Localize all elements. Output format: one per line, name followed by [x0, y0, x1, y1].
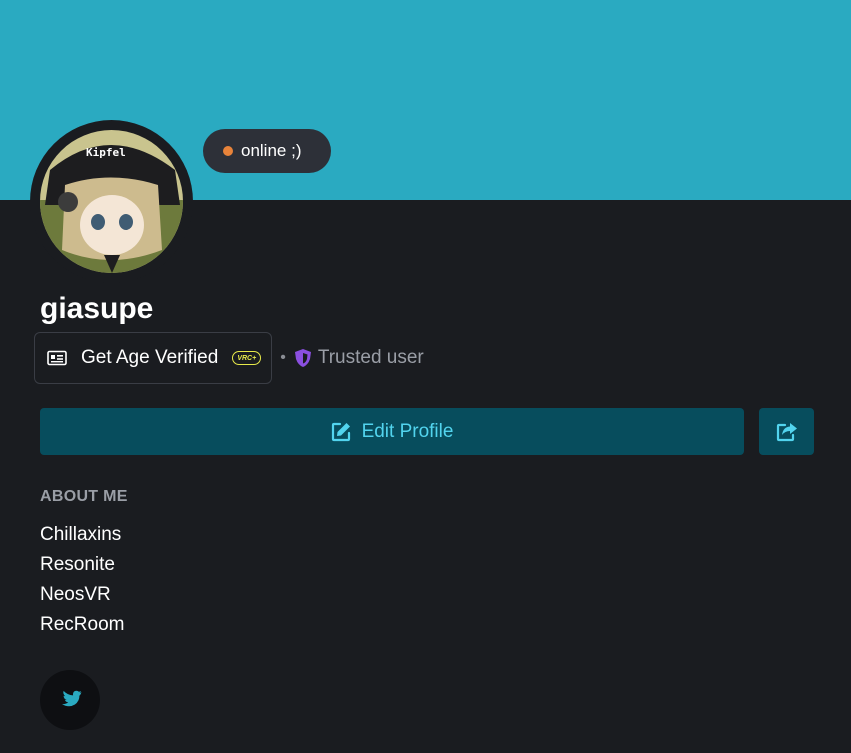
get-age-verified-button[interactable]: Get Age Verified VRC+ — [34, 332, 273, 384]
edit-profile-button[interactable]: Edit Profile — [40, 408, 744, 455]
avatar[interactable]: Kipfel — [40, 130, 183, 273]
avatar-caption: Kipfel — [86, 146, 126, 159]
about-line: Chillaxins — [40, 524, 122, 545]
share-icon — [776, 422, 797, 441]
twitter-link[interactable] — [40, 670, 100, 730]
status-pill[interactable]: online ;) — [203, 129, 332, 173]
separator-dot: • — [280, 349, 286, 366]
age-verify-label: Get Age Verified — [81, 347, 219, 368]
twitter-icon — [62, 690, 82, 707]
about-line: RecRoom — [40, 614, 125, 635]
trust-rank-label: Trusted user — [317, 347, 424, 368]
id-card-icon — [47, 350, 67, 366]
about-line: NeosVR — [40, 584, 111, 605]
status-text: online ;) — [241, 141, 302, 160]
shield-icon — [294, 349, 311, 367]
vrc-plus-badge: VRC+ — [232, 351, 262, 365]
status-dot — [223, 146, 233, 156]
edit-profile-label: Edit Profile — [361, 420, 454, 442]
about-line: Resonite — [40, 554, 115, 575]
avatar-image: Kipfel — [40, 130, 183, 273]
edit-icon — [331, 422, 350, 442]
about-text: Chillaxins Resonite NeosVR RecRoom — [40, 520, 124, 640]
share-button[interactable] — [759, 408, 814, 455]
badges-row: Get Age Verified VRC+ • Trusted user — [34, 332, 424, 384]
username: giasupe — [40, 292, 154, 325]
about-heading: ABOUT ME — [40, 488, 128, 505]
